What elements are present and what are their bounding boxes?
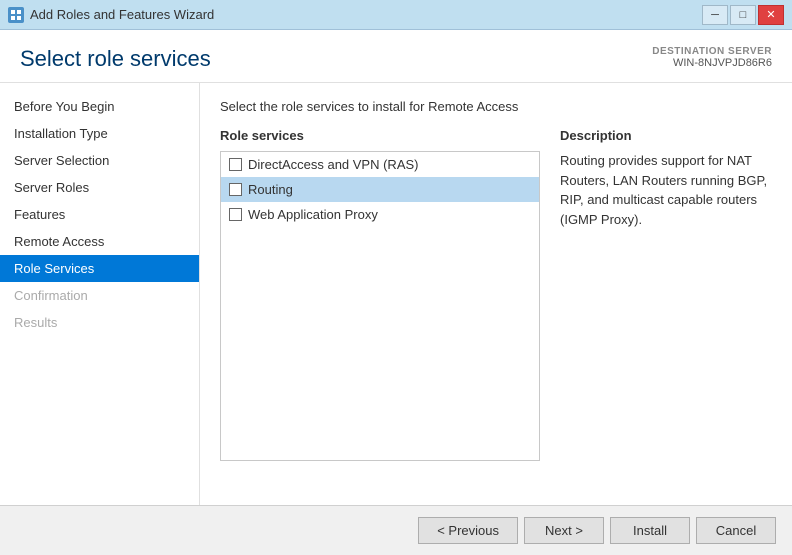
checkbox-routing[interactable] [229, 183, 242, 196]
sidebar-item-before-you-begin[interactable]: Before You Begin [0, 93, 199, 120]
title-bar: Add Roles and Features Wizard ─ □ ✕ [0, 0, 792, 30]
role-label-routing: Routing [248, 182, 293, 197]
sidebar-item-role-services[interactable]: Role Services [0, 255, 199, 282]
sidebar-item-installation-type[interactable]: Installation Type [0, 120, 199, 147]
role-services-panel: Role services DirectAccess and VPN (RAS)… [220, 128, 540, 461]
page-header: Select role services DESTINATION SERVER … [0, 30, 792, 83]
next-button[interactable]: Next > [524, 517, 604, 544]
role-label-web-app-proxy: Web Application Proxy [248, 207, 378, 222]
role-list: DirectAccess and VPN (RAS) Routing Web A… [220, 151, 540, 461]
sidebar-item-remote-access[interactable]: Remote Access [0, 228, 199, 255]
role-services-header: Role services [220, 128, 540, 143]
previous-button[interactable]: < Previous [418, 517, 518, 544]
close-button[interactable]: ✕ [758, 5, 784, 25]
sidebar-item-confirmation: Confirmation [0, 282, 199, 309]
role-item-routing[interactable]: Routing [221, 177, 539, 202]
two-col-layout: Role services DirectAccess and VPN (RAS)… [220, 128, 772, 461]
description-panel: Description Routing provides support for… [560, 128, 772, 461]
minimize-button[interactable]: ─ [702, 5, 728, 25]
role-item-web-app-proxy[interactable]: Web Application Proxy [221, 202, 539, 227]
window-controls: ─ □ ✕ [702, 5, 784, 25]
sidebar-item-features[interactable]: Features [0, 201, 199, 228]
destination-server-label: DESTINATION SERVER [652, 46, 772, 57]
sidebar: Before You Begin Installation Type Serve… [0, 83, 200, 505]
destination-server: DESTINATION SERVER WIN-8NJVPJD86R6 [652, 46, 772, 69]
window-title: Add Roles and Features Wizard [30, 7, 214, 22]
footer: < Previous Next > Install Cancel [0, 505, 792, 555]
role-label-directaccess-vpn: DirectAccess and VPN (RAS) [248, 157, 419, 172]
title-bar-left: Add Roles and Features Wizard [8, 7, 214, 23]
cancel-button[interactable]: Cancel [696, 517, 776, 544]
description-header: Description [560, 128, 772, 143]
app-icon [8, 7, 24, 23]
role-item-directaccess-vpn[interactable]: DirectAccess and VPN (RAS) [221, 152, 539, 177]
checkbox-directaccess-vpn[interactable] [229, 158, 242, 171]
sidebar-item-server-roles[interactable]: Server Roles [0, 174, 199, 201]
description-text: Routing provides support for NAT Routers… [560, 151, 772, 229]
main-content: Select the role services to install for … [200, 83, 792, 505]
main-window: Select role services DESTINATION SERVER … [0, 30, 792, 555]
instruction-text: Select the role services to install for … [220, 99, 772, 114]
sidebar-item-results: Results [0, 309, 199, 336]
checkbox-web-app-proxy[interactable] [229, 208, 242, 221]
content-area: Before You Begin Installation Type Serve… [0, 83, 792, 505]
page-title: Select role services [20, 46, 211, 72]
maximize-button[interactable]: □ [730, 5, 756, 25]
sidebar-item-server-selection[interactable]: Server Selection [0, 147, 199, 174]
destination-server-name: WIN-8NJVPJD86R6 [652, 57, 772, 69]
install-button[interactable]: Install [610, 517, 690, 544]
